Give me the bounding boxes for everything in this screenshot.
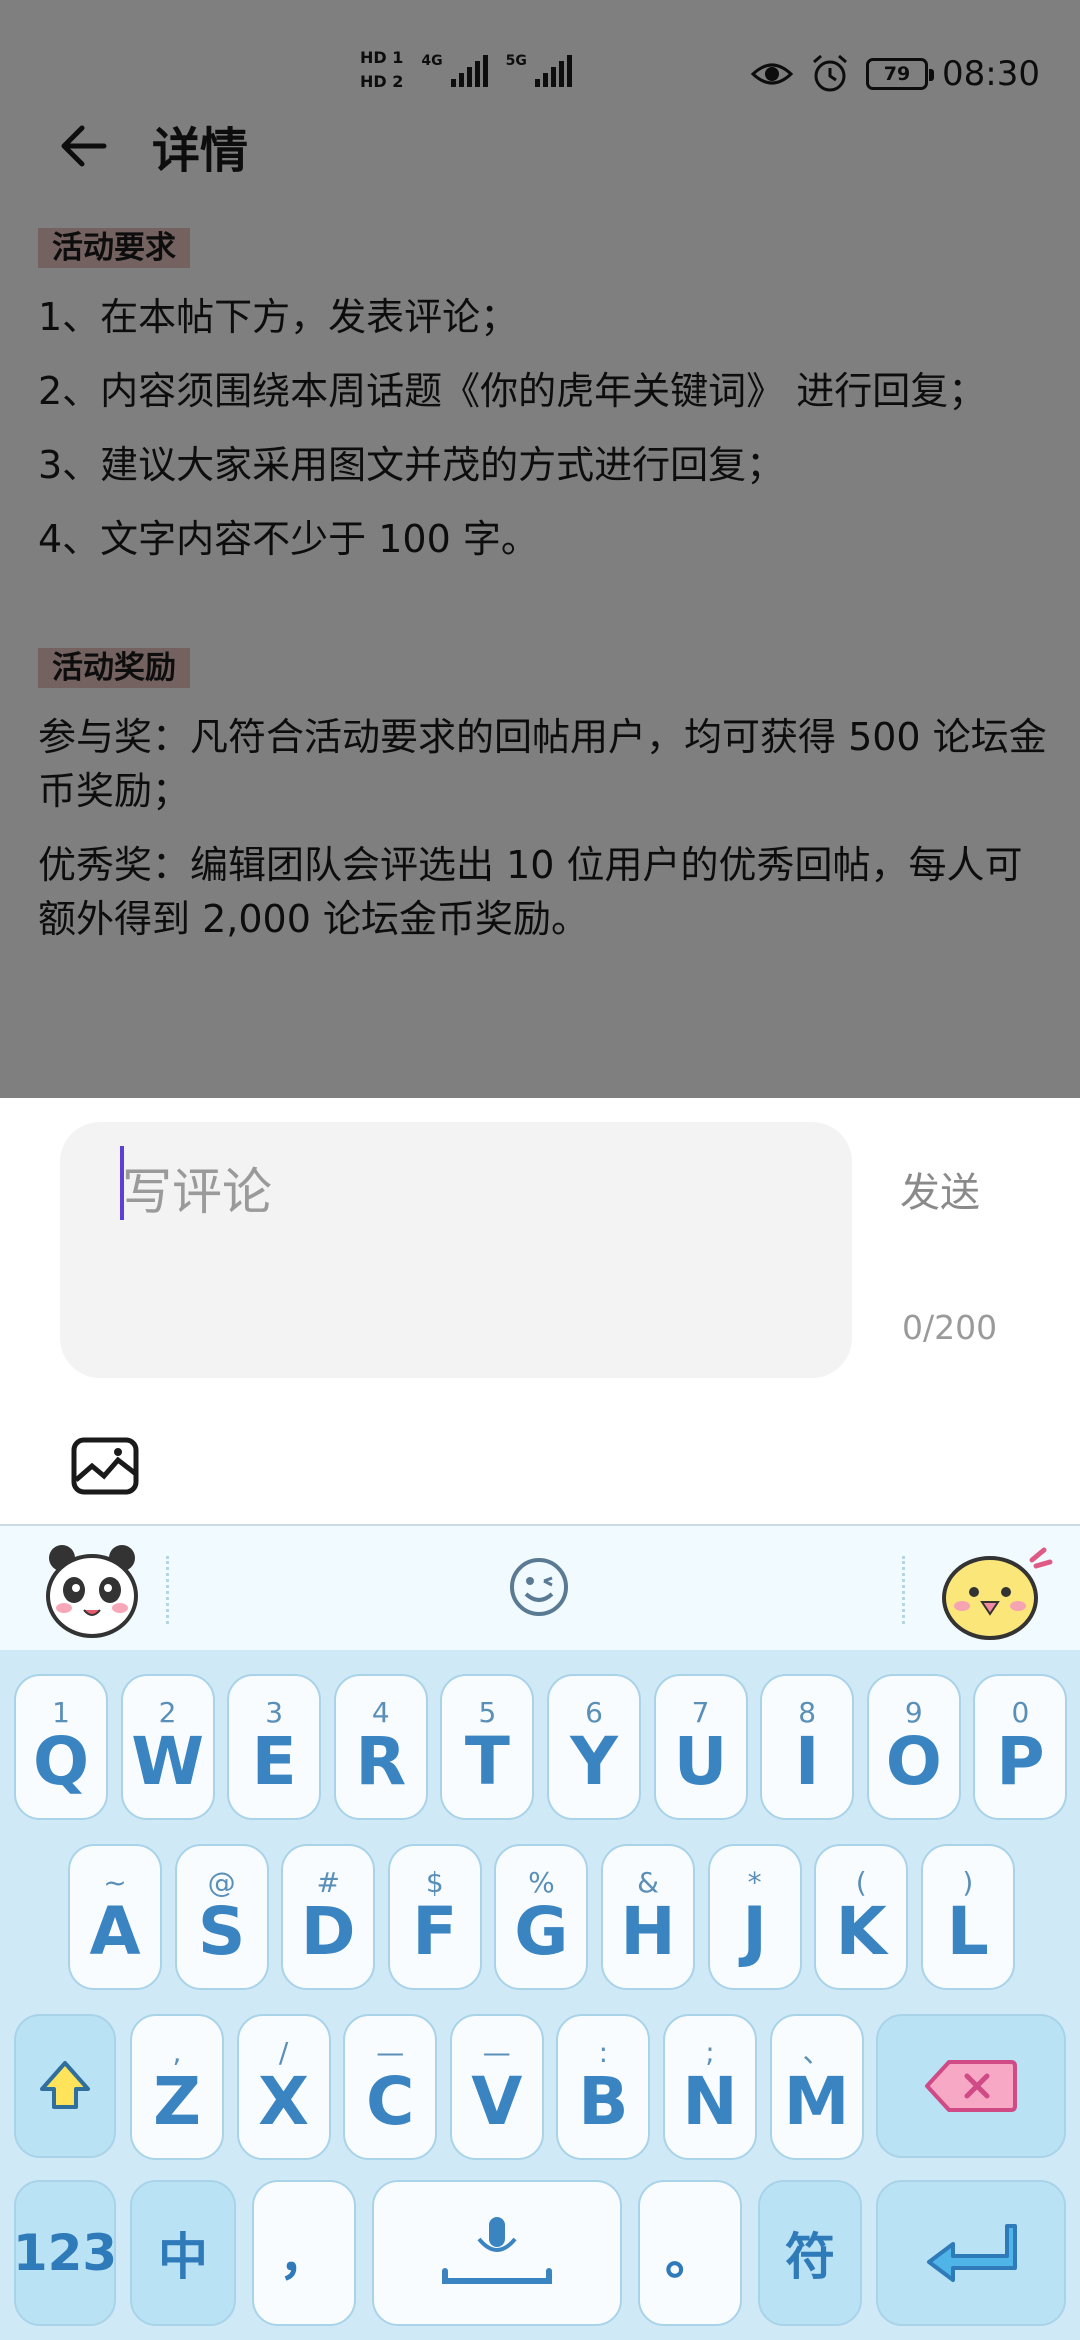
key-letter: W [131, 1723, 204, 1800]
key-z[interactable]: ,Z [130, 2014, 224, 2160]
key-letter: Z [153, 2063, 201, 2140]
language-switch-key[interactable]: 中 [130, 2180, 236, 2326]
key-j[interactable]: * J [707, 1844, 802, 1990]
key-letter: I [794, 1723, 820, 1800]
shift-arrow-icon [40, 2061, 90, 2109]
emoji-icon[interactable] [508, 1556, 570, 1618]
key-letter: B [578, 2063, 629, 2140]
key-letter: T [464, 1723, 510, 1800]
key-letter: V [471, 2063, 523, 2140]
key-letter: G [514, 1893, 569, 1970]
key-q[interactable]: 1Q [14, 1674, 108, 1820]
key-n[interactable]: ; N [663, 2014, 757, 2160]
key-e[interactable]: 3E [227, 1674, 322, 1820]
key-h[interactable]: & H [601, 1844, 695, 1990]
key-letter: Q [32, 1723, 90, 1800]
numbers-key[interactable]: 123 [13, 2180, 117, 2326]
enter-key[interactable] [876, 2180, 1066, 2326]
key-letter: O [885, 1723, 942, 1800]
key-letter: R [355, 1723, 407, 1800]
key-m[interactable]: 、 M [769, 2014, 864, 2160]
comment-input[interactable]: 写评论 [60, 1122, 852, 1378]
key-letter: U [673, 1723, 728, 1800]
key-w[interactable]: 2W [120, 1674, 215, 1820]
key-i[interactable]: 8I [760, 1674, 855, 1820]
key-k[interactable]: (K [814, 1844, 909, 1990]
key-b[interactable]: :B [556, 2014, 651, 2160]
comment-panel: 写评论 发送 0/200 [0, 1098, 1080, 1524]
key-u[interactable]: 7U [653, 1674, 748, 1820]
char-counter: 0/200 [902, 1308, 998, 1347]
key-x[interactable]: / X [236, 2014, 331, 2160]
period-key[interactable]: 。 [638, 2180, 742, 2326]
key-f[interactable]: $ F [387, 1844, 482, 1990]
soft-keyboard: 1Q2W3E4R5T6Y7U8I9O0P ~ A @ S # D $ F% G & H * J(K) L … [0, 1524, 1080, 2340]
key-d[interactable]: # D [281, 1844, 376, 1990]
delete-icon [925, 2060, 1017, 2112]
key-o[interactable]: 9O [866, 1674, 961, 1820]
key-letter: Y [570, 1723, 618, 1800]
key-r[interactable]: 4R [333, 1674, 428, 1820]
key-letter: N [682, 2063, 738, 2140]
key-v[interactable]: — V [449, 2014, 544, 2160]
enter-arrow-icon [927, 2224, 1017, 2282]
key-a[interactable]: ~ A [68, 1844, 162, 1990]
key-letter: K [835, 1893, 887, 1970]
chick-sticker-icon[interactable] [940, 1542, 1056, 1642]
key-letter: E [251, 1723, 297, 1800]
key-letter: S [197, 1893, 246, 1970]
key-y[interactable]: 6Y [547, 1674, 641, 1820]
key-letter: L [946, 1893, 989, 1970]
dim-overlay[interactable] [0, 0, 1080, 1098]
image-icon[interactable] [70, 1436, 140, 1496]
key-t[interactable]: 5T [440, 1674, 535, 1820]
key-l[interactable]: ) L [920, 1844, 1015, 1990]
key-letter: M [783, 2063, 850, 2140]
key-s[interactable]: @ S [174, 1844, 269, 1990]
key-c[interactable]: — C [343, 2014, 438, 2160]
key-letter: C [365, 2063, 415, 2140]
panda-icon[interactable] [42, 1540, 142, 1640]
key-letter: X [258, 2063, 310, 2140]
keyboard-toolbar [0, 1526, 1080, 1650]
key-letter: F [412, 1893, 458, 1970]
detail-page: HD 1 HD 2 4G 5G 79 08:30 详情 活动要求 1、在本帖下方… [0, 0, 1080, 1098]
key-p[interactable]: 0P [973, 1674, 1068, 1820]
shift-key[interactable] [14, 2014, 116, 2158]
key-letter: A [89, 1893, 141, 1970]
backspace-key[interactable] [876, 2014, 1066, 2158]
space-voice-key[interactable] [372, 2180, 622, 2326]
send-button[interactable]: 发送 [900, 1160, 980, 1218]
key-letter: P [996, 1723, 1045, 1800]
key-letter: D [300, 1893, 356, 1970]
key-g[interactable]: % G [494, 1844, 589, 1990]
key-letter: H [620, 1893, 676, 1970]
comma-key[interactable]: ， [252, 2180, 356, 2326]
comment-placeholder: 写评论 [122, 1163, 272, 1221]
microphone-icon [442, 2217, 552, 2284]
symbols-key[interactable]: 符 [758, 2180, 862, 2326]
key-letter: J [742, 1893, 767, 1970]
